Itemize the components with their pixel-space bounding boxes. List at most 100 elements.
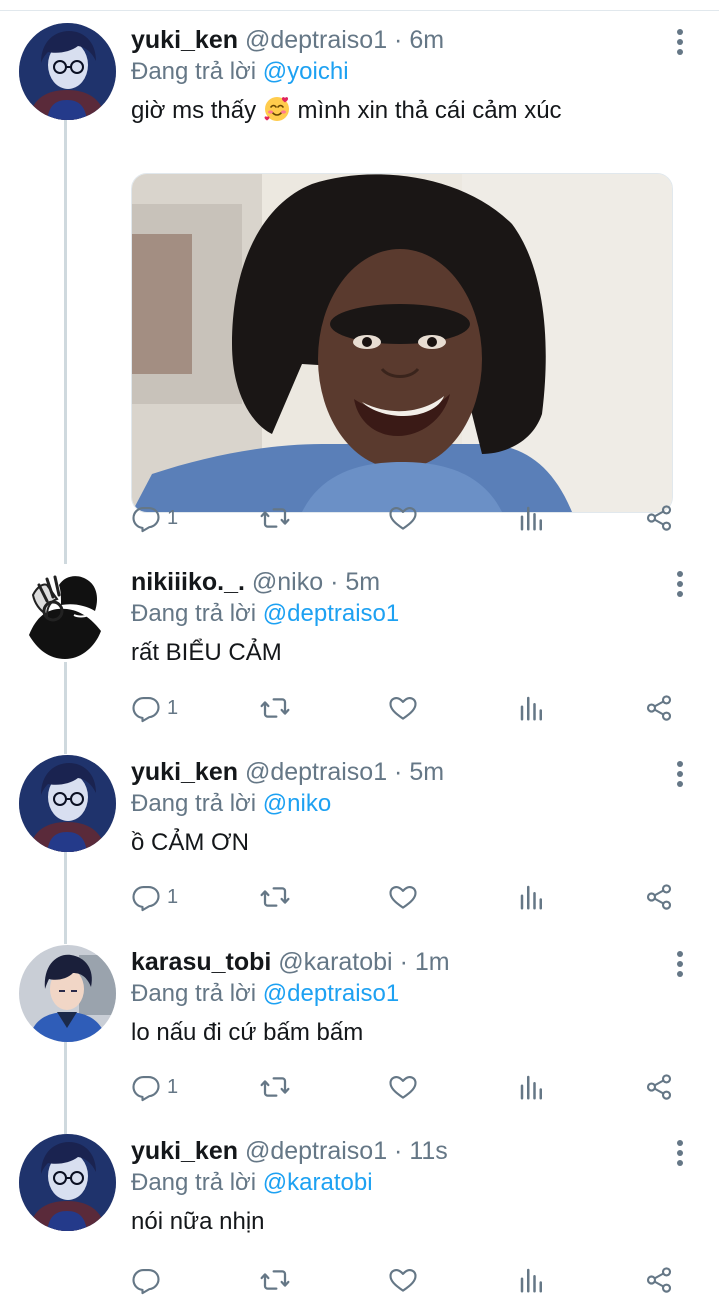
share-icon <box>644 1072 674 1102</box>
bar-chart-icon <box>517 1265 547 1295</box>
separator: · <box>392 948 415 976</box>
retweet-button[interactable] <box>259 877 291 917</box>
more-options-icon[interactable] <box>668 757 692 791</box>
share-button[interactable] <box>644 1067 674 1107</box>
display-name[interactable]: yuki_ken <box>131 1137 238 1165</box>
display-name[interactable]: yuki_ken <box>131 758 238 786</box>
like-button[interactable] <box>388 1260 418 1300</box>
timestamp[interactable]: 6m <box>409 26 444 54</box>
display-name[interactable]: yuki_ken <box>131 26 238 54</box>
retweet-icon <box>259 881 291 913</box>
retweet-button[interactable] <box>259 688 291 728</box>
like-button[interactable] <box>388 688 418 728</box>
avatar[interactable] <box>19 23 116 120</box>
handle[interactable]: @deptraiso1 <box>245 758 387 786</box>
share-button[interactable] <box>644 688 674 728</box>
handle[interactable]: @deptraiso1 <box>245 1137 387 1165</box>
tweet-header: yuki_ken @deptraiso1 · 11s <box>131 1134 448 1168</box>
retweet-button[interactable] <box>259 1067 291 1107</box>
bar-chart-icon <box>517 882 547 912</box>
like-button[interactable] <box>388 1067 418 1107</box>
timestamp[interactable]: 5m <box>345 568 380 596</box>
mention-link[interactable]: @karatobi <box>263 1169 373 1196</box>
handle[interactable]: @niko <box>252 568 323 596</box>
tweet[interactable]: karasu_tobi @karatobi · 1m Đang trả lời … <box>0 945 719 1105</box>
tweet-actions: 1 <box>131 1067 691 1107</box>
analytics-button[interactable] <box>517 498 547 538</box>
heart-icon <box>388 693 418 723</box>
like-button[interactable] <box>388 498 418 538</box>
replying-to: Đang trả lời @karatobi <box>131 1167 373 1199</box>
tweet[interactable]: yuki_ken @deptraiso1 · 11s Đang trả lời … <box>0 1134 719 1274</box>
tweet[interactable]: yuki_ken @deptraiso1 · 6m Đang trả lời @… <box>0 23 719 543</box>
share-button[interactable] <box>644 1260 674 1300</box>
analytics-button[interactable] <box>517 1067 547 1107</box>
retweet-button[interactable] <box>259 1260 291 1300</box>
tweet-text: rất BIỂU CẢM <box>131 639 282 666</box>
reply-button[interactable]: 1 <box>131 877 178 917</box>
tweet-header: yuki_ken @deptraiso1 · 5m <box>131 755 444 789</box>
tweet-actions: 1 <box>131 498 691 538</box>
tweet-header: karasu_tobi @karatobi · 1m <box>131 945 450 979</box>
retweet-button[interactable] <box>259 498 291 538</box>
timestamp[interactable]: 1m <box>415 948 450 976</box>
handle[interactable]: @karatobi <box>278 948 392 976</box>
timestamp[interactable]: 5m <box>409 758 444 786</box>
display-name[interactable]: nikiiiko._. <box>131 568 245 596</box>
mention-link[interactable]: @deptraiso1 <box>263 980 399 1007</box>
tweet-text: nói nữa nhịn <box>131 1208 265 1235</box>
reply-icon <box>131 503 161 533</box>
tweet-photo[interactable] <box>131 173 673 513</box>
share-button[interactable] <box>644 498 674 538</box>
separator: · <box>387 1137 410 1165</box>
reply-icon <box>131 693 161 723</box>
more-options-icon[interactable] <box>668 947 692 981</box>
retweet-icon <box>259 502 291 534</box>
handle[interactable]: @deptraiso1 <box>245 26 387 54</box>
reply-icon <box>131 1072 161 1102</box>
like-button[interactable] <box>388 877 418 917</box>
reply-prefix: Đang trả lời <box>131 790 257 817</box>
analytics-button[interactable] <box>517 688 547 728</box>
more-options-icon[interactable] <box>668 567 692 601</box>
separator: · <box>323 568 346 596</box>
avatar[interactable] <box>19 565 116 662</box>
display-name[interactable]: karasu_tobi <box>131 948 271 976</box>
analytics-button[interactable] <box>517 1260 547 1300</box>
tweet-actions: 1 <box>131 877 691 917</box>
share-button[interactable] <box>644 877 674 917</box>
avatar[interactable] <box>19 755 116 852</box>
tweet-text: lo nấu đi cứ bấm bấm <box>131 1019 364 1046</box>
bar-chart-icon <box>517 693 547 723</box>
mention-link[interactable]: @yoichi <box>263 58 349 85</box>
share-icon <box>644 1265 674 1295</box>
reply-button[interactable]: 1 <box>131 1067 178 1107</box>
top-divider <box>0 0 719 11</box>
separator: · <box>387 758 410 786</box>
photo-image <box>132 174 672 512</box>
tweet-header: yuki_ken @deptraiso1 · 6m <box>131 23 444 57</box>
reply-button[interactable]: 1 <box>131 688 178 728</box>
tweet[interactable]: yuki_ken @deptraiso1 · 5m Đang trả lời @… <box>0 755 719 915</box>
replying-to: Đang trả lời @niko <box>131 788 331 820</box>
mention-link[interactable]: @niko <box>263 790 331 817</box>
reply-count: 1 <box>167 1075 179 1098</box>
share-icon <box>644 693 674 723</box>
avatar[interactable] <box>19 945 116 1042</box>
more-options-icon[interactable] <box>668 25 692 59</box>
tweet-text: ồ CẢM ƠN <box>131 829 249 856</box>
analytics-button[interactable] <box>517 877 547 917</box>
reply-button[interactable] <box>131 1260 161 1300</box>
timestamp[interactable]: 11s <box>409 1137 447 1165</box>
mention-link[interactable]: @deptraiso1 <box>263 600 399 627</box>
reply-icon <box>131 1265 161 1295</box>
tweet[interactable]: nikiiiko._. @niko · 5m Đang trả lời @dep… <box>0 565 719 725</box>
avatar[interactable] <box>19 1134 116 1231</box>
bar-chart-icon <box>517 503 547 533</box>
heart-icon <box>388 1072 418 1102</box>
retweet-icon <box>259 1264 291 1296</box>
heart-icon <box>388 503 418 533</box>
tweet-header: nikiiiko._. @niko · 5m <box>131 565 380 599</box>
more-options-icon[interactable] <box>668 1136 692 1170</box>
reply-button[interactable]: 1 <box>131 498 178 538</box>
